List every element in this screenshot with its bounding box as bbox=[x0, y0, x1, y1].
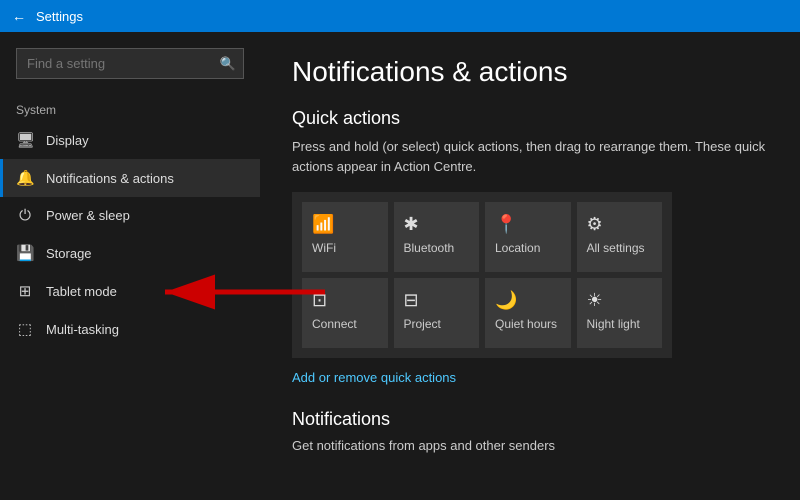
nightlight-label: Night light bbox=[587, 317, 640, 331]
sidebar-items: 🖥 Display 🔔 Notifications & actions ⏻ Po… bbox=[0, 121, 260, 348]
wifi-label: WiFi bbox=[312, 241, 336, 255]
quick-actions-description: Press and hold (or select) quick actions… bbox=[292, 137, 768, 176]
wifi-icon: 📶 bbox=[312, 214, 334, 235]
quick-actions-title: Quick actions bbox=[292, 108, 768, 129]
notifications-icon: 🔔 bbox=[16, 169, 34, 187]
sidebar-item-storage[interactable]: 💾 Storage bbox=[0, 234, 260, 272]
location-label: Location bbox=[495, 241, 540, 255]
power-icon: ⏻ bbox=[16, 207, 34, 224]
quick-action-wifi[interactable]: 📶 WiFi bbox=[302, 202, 388, 272]
quick-action-project[interactable]: ⊟ Project bbox=[394, 278, 480, 348]
content-area: Notifications & actions Quick actions Pr… bbox=[260, 32, 800, 500]
quiethours-label: Quiet hours bbox=[495, 317, 557, 331]
connect-icon: ⊡ bbox=[312, 290, 327, 311]
quick-action-bluetooth[interactable]: ✱ Bluetooth bbox=[394, 202, 480, 272]
sidebar-item-notifications[interactable]: 🔔 Notifications & actions bbox=[0, 159, 260, 197]
sidebar-item-label: Multi-tasking bbox=[46, 322, 119, 337]
notifications-description: Get notifications from apps and other se… bbox=[292, 438, 768, 453]
title-bar-title: Settings bbox=[36, 9, 83, 24]
sidebar-section-label: System bbox=[0, 95, 260, 121]
quick-actions-grid: 📶 WiFi ✱ Bluetooth 📍 Location ⚙ All sett… bbox=[292, 192, 672, 358]
project-label: Project bbox=[404, 317, 441, 331]
quiethours-icon: 🌙 bbox=[495, 290, 517, 311]
quick-action-location[interactable]: 📍 Location bbox=[485, 202, 571, 272]
sidebar-item-multitasking[interactable]: ⬚ Multi-tasking bbox=[0, 310, 260, 348]
sidebar-item-tablet[interactable]: ⊞ Tablet mode bbox=[0, 272, 260, 310]
sidebar-item-label: Tablet mode bbox=[46, 284, 117, 299]
sidebar-item-label: Power & sleep bbox=[46, 208, 130, 223]
search-icon: 🔍 bbox=[220, 56, 236, 72]
quick-action-nightlight[interactable]: ☀ Night light bbox=[577, 278, 663, 348]
quick-action-quiethours[interactable]: 🌙 Quiet hours bbox=[485, 278, 571, 348]
allsettings-icon: ⚙ bbox=[587, 214, 603, 235]
display-icon: 🖥 bbox=[16, 131, 34, 149]
back-button[interactable]: ← bbox=[12, 8, 26, 24]
location-icon: 📍 bbox=[495, 214, 517, 235]
allsettings-label: All settings bbox=[587, 241, 645, 255]
connect-label: Connect bbox=[312, 317, 357, 331]
sidebar-item-label: Storage bbox=[46, 246, 92, 261]
bluetooth-label: Bluetooth bbox=[404, 241, 455, 255]
sidebar: 🔍 System 🖥 Display 🔔 Notifications & act… bbox=[0, 32, 260, 500]
nightlight-icon: ☀ bbox=[587, 290, 603, 311]
page-title: Notifications & actions bbox=[292, 56, 768, 88]
quick-action-allsettings[interactable]: ⚙ All settings bbox=[577, 202, 663, 272]
sidebar-item-display[interactable]: 🖥 Display bbox=[0, 121, 260, 159]
sidebar-item-label: Display bbox=[46, 133, 89, 148]
search-box[interactable]: 🔍 bbox=[16, 48, 244, 79]
storage-icon: 💾 bbox=[16, 244, 34, 262]
project-icon: ⊟ bbox=[404, 290, 419, 311]
tablet-icon: ⊞ bbox=[16, 282, 34, 300]
search-input[interactable] bbox=[16, 48, 244, 79]
add-remove-link[interactable]: Add or remove quick actions bbox=[292, 370, 768, 385]
quick-action-connect[interactable]: ⊡ Connect bbox=[302, 278, 388, 348]
bluetooth-icon: ✱ bbox=[404, 214, 419, 235]
main-layout: 🔍 System 🖥 Display 🔔 Notifications & act… bbox=[0, 32, 800, 500]
title-bar: ← Settings bbox=[0, 0, 800, 32]
sidebar-item-label: Notifications & actions bbox=[46, 171, 174, 186]
sidebar-item-power[interactable]: ⏻ Power & sleep bbox=[0, 197, 260, 234]
multitasking-icon: ⬚ bbox=[16, 320, 34, 338]
notifications-title: Notifications bbox=[292, 409, 768, 430]
